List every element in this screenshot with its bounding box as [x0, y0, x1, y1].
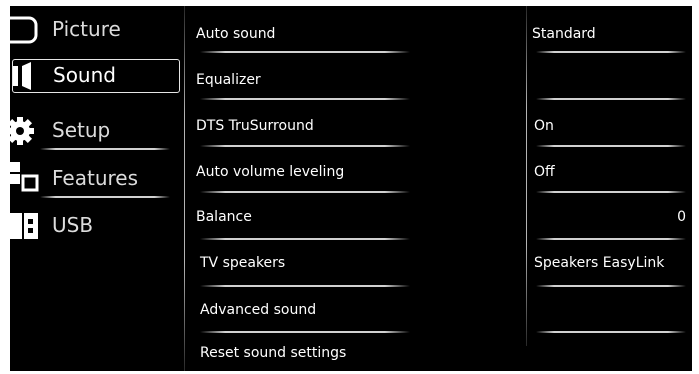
setting-tv-speakers[interactable]: TV speakers	[186, 255, 526, 295]
features-icon	[10, 162, 42, 198]
setting-label: Auto sound	[196, 26, 276, 42]
value-label: On	[534, 118, 554, 134]
setting-label: DTS TruSurround	[196, 118, 314, 134]
value-label: Standard	[532, 26, 596, 42]
value-divider	[536, 145, 686, 147]
value-divider	[536, 285, 686, 287]
list-divider	[200, 145, 410, 147]
list-divider	[200, 238, 410, 240]
setting-auto-sound[interactable]: Auto sound	[186, 26, 526, 66]
value-divider	[536, 238, 686, 240]
menu-item-label: Sound	[53, 63, 116, 87]
list-divider	[200, 285, 410, 287]
setting-label: Reset sound settings	[200, 345, 347, 361]
list-divider	[200, 331, 410, 333]
value-label: 0	[677, 209, 686, 225]
menu-item-usb[interactable]: USB	[10, 209, 182, 243]
value-label: Speakers EasyLink	[534, 255, 665, 271]
menu-item-label: Features	[52, 166, 138, 190]
setting-label: Auto volume leveling	[196, 164, 345, 180]
setting-auto-volume-leveling[interactable]: Auto volume leveling	[186, 164, 526, 204]
menu-item-picture[interactable]: Picture	[10, 13, 182, 47]
value-dts-trusurround: On	[528, 118, 692, 158]
setting-label: TV speakers	[200, 255, 286, 271]
value-divider	[536, 191, 686, 193]
setting-reset-sound-settings[interactable]: Reset sound settings	[186, 345, 526, 371]
list-divider	[200, 191, 410, 193]
menu-item-sound[interactable]: Sound	[12, 59, 180, 93]
value-auto-volume-leveling: Off	[528, 164, 692, 204]
setting-label: Balance	[196, 209, 252, 225]
menu-divider	[40, 196, 170, 198]
gear-icon	[10, 116, 40, 150]
menu-item-label: Setup	[52, 118, 111, 142]
value-auto-sound: Standard	[528, 26, 692, 66]
setting-equalizer[interactable]: Equalizer	[186, 72, 526, 112]
value-balance: 0	[528, 209, 692, 249]
column-divider	[184, 6, 185, 371]
menu-item-setup[interactable]: Setup	[10, 114, 182, 148]
setting-advanced-sound[interactable]: Advanced sound	[186, 302, 526, 342]
column-divider	[526, 6, 527, 346]
setting-balance[interactable]: Balance	[186, 209, 526, 249]
value-tv-speakers: Speakers EasyLink	[528, 255, 692, 295]
menu-divider	[40, 148, 170, 150]
menu-item-label: USB	[52, 213, 94, 237]
tv-menu-screen: Picture Sound Setup Features USB Auto so…	[10, 6, 692, 371]
setting-dts-trusurround[interactable]: DTS TruSurround	[186, 118, 526, 158]
value-divider	[536, 98, 686, 100]
usb-icon	[10, 211, 42, 245]
menu-item-features[interactable]: Features	[10, 162, 182, 196]
setting-label: Equalizer	[196, 72, 261, 88]
scroll-indicator	[694, 326, 697, 329]
value-divider	[536, 51, 686, 53]
list-divider	[200, 51, 410, 53]
value-divider	[536, 331, 686, 333]
speaker-icon	[13, 62, 43, 94]
setting-label: Advanced sound	[200, 302, 317, 318]
picture-icon	[10, 15, 40, 49]
value-label: Off	[534, 164, 555, 180]
list-divider	[200, 98, 410, 100]
menu-item-label: Picture	[52, 17, 121, 41]
